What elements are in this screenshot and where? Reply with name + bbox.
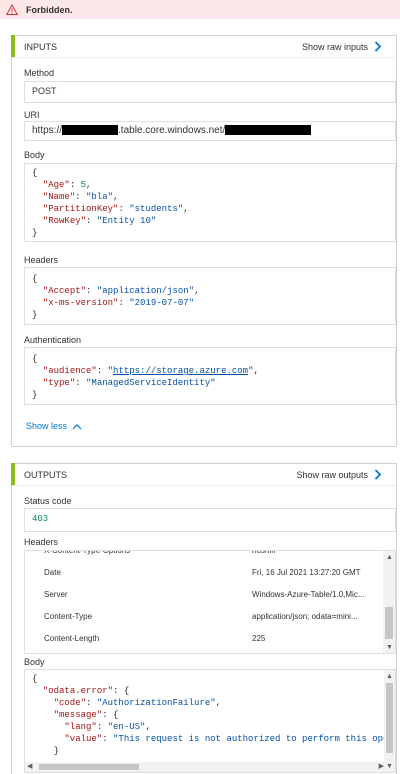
audience-link[interactable]: https://storage.azure.com — [113, 366, 248, 376]
headers-scrollbar[interactable]: ▲ ▼ — [383, 551, 395, 653]
output-body-code: { "odata.error": { "code": "Authorizatio… — [32, 674, 394, 756]
method-value: POST — [32, 86, 57, 96]
table-row: Date Fri, 16 Jul 2021 13:27:20 GMT — [44, 567, 361, 577]
uri-label: URI — [24, 110, 40, 120]
scroll-up-arrow-icon[interactable]: ▲ — [386, 672, 393, 682]
status-code-value: 403 — [32, 514, 49, 524]
body-field: { "Age": 5, "Name": "bla", "PartitionKey… — [24, 163, 396, 242]
inputs-title: INPUTS — [24, 41, 58, 52]
outputs-header: OUTPUTS Show raw outputs — [12, 464, 396, 486]
show-less-label: Show less — [26, 421, 68, 431]
body-code: { "Age": 5, "Name": "bla", "PartitionKey… — [32, 168, 189, 238]
scrollbar-thumb[interactable] — [39, 764, 139, 770]
chevron-right-icon — [374, 41, 382, 52]
output-headers-label: Headers — [24, 537, 59, 547]
status-code-field: 403 — [24, 508, 396, 532]
output-headers-table: X-Content-Type-Options nosniff Date Fri, 1… — [24, 550, 396, 654]
redacted-account — [62, 125, 119, 136]
output-body-label: Body — [24, 657, 45, 667]
scroll-down-arrow-icon[interactable]: ▼ — [386, 762, 393, 772]
headers-code: { "Accept": "application/json", "x-ms-ve… — [32, 274, 200, 320]
status-code-label: Status code — [24, 496, 72, 506]
uri-field: https:// .table.core.windows.net/ — [24, 121, 396, 141]
authentication-field: { "audience": "https://storage.azure.com… — [24, 347, 396, 405]
error-message: Forbidden. — [26, 4, 73, 15]
scrollbar-thumb[interactable] — [386, 683, 393, 753]
chevron-up-icon — [72, 423, 82, 429]
inputs-header: INPUTS Show raw inputs — [12, 36, 396, 58]
card-accent — [11, 35, 15, 57]
error-banner: Forbidden. — [0, 0, 400, 19]
authentication-code: { "audience": "https://storage.azure.com… — [32, 354, 259, 400]
uri-prefix: https:// — [32, 125, 63, 136]
redacted-table — [225, 125, 312, 136]
outputs-title: OUTPUTS — [24, 469, 68, 480]
chevron-right-icon — [374, 469, 382, 480]
scroll-down-arrow-icon[interactable]: ▼ — [386, 643, 393, 653]
table-row: X-Content-Type-Options nosniff — [44, 550, 276, 555]
inputs-card: INPUTS Show raw inputs Method POST URI h… — [11, 35, 397, 447]
table-row: Content-Type application/json; odata=mini… — [44, 611, 358, 621]
scroll-left-arrow-icon[interactable]: ◀ — [27, 762, 32, 772]
table-row: Server Windows-Azure-Table/1.0,Mic... — [44, 589, 365, 599]
outputs-card: OUTPUTS Show raw outputs Status code 403… — [11, 463, 397, 774]
headers-label: Headers — [24, 255, 59, 265]
card-accent — [11, 463, 15, 485]
body-horizontal-scrollbar[interactable]: ◀ ▶ — [25, 762, 386, 772]
uri-host: .table.core.windows.net/ — [118, 125, 226, 136]
warning-icon — [6, 3, 18, 15]
body-label: Body — [24, 150, 45, 160]
show-raw-outputs-label: Show raw outputs — [296, 469, 368, 480]
method-field: POST — [24, 81, 396, 103]
output-body-field: { "odata.error": { "code": "Authorizatio… — [24, 669, 396, 773]
method-label: Method — [24, 68, 55, 78]
table-row: Content-Length 225 — [44, 633, 266, 643]
scrollbar-thumb[interactable] — [385, 607, 393, 639]
show-less-button[interactable]: Show less — [26, 421, 82, 431]
scroll-corner: ▼ — [384, 762, 395, 772]
body-vertical-scrollbar[interactable]: ▲ — [384, 670, 395, 764]
show-raw-outputs-button[interactable]: Show raw outputs — [296, 469, 382, 480]
headers-field: { "Accept": "application/json", "x-ms-ve… — [24, 267, 396, 325]
authentication-label: Authentication — [24, 335, 82, 345]
scroll-up-arrow-icon[interactable]: ▲ — [386, 553, 393, 563]
show-raw-inputs-label: Show raw inputs — [301, 41, 368, 52]
show-raw-inputs-button[interactable]: Show raw inputs — [302, 41, 382, 52]
